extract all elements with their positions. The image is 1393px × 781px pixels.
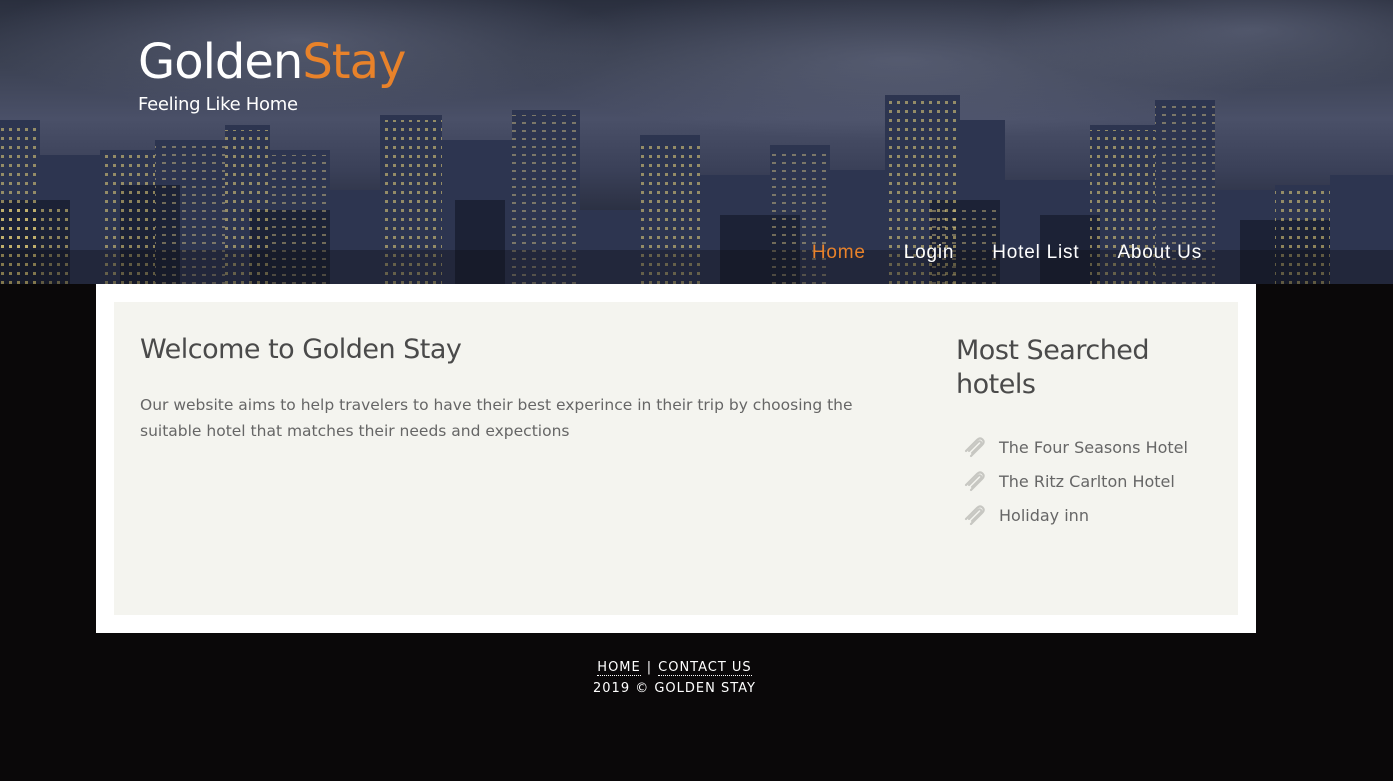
site-logo[interactable]: GoldenStay (138, 30, 406, 94)
hotel-link-four-seasons[interactable]: The Four Seasons Hotel (999, 438, 1188, 457)
paperclip-icon (964, 471, 985, 492)
logo-golden-text: Golden (138, 34, 303, 90)
logo-stay-text: Stay (302, 34, 406, 90)
footer-contact-link[interactable]: CONTACT US (658, 660, 752, 676)
intro-paragraph: Our website aims to help travelers to ha… (140, 396, 853, 440)
nav-item-about-us[interactable]: About Us (1117, 242, 1202, 264)
page-title: Welcome to Golden Stay (140, 334, 462, 365)
main-nav: Home Login Hotel List About Us (812, 242, 1202, 264)
list-item: Holiday inn (956, 498, 1216, 532)
footer: HOME | CONTACT US 2019 © GOLDEN STAY (0, 660, 1371, 696)
footer-links: HOME | CONTACT US (0, 660, 1371, 676)
footer-copyright: 2019 © GOLDEN STAY (593, 681, 756, 696)
hotel-link-ritz-carlton[interactable]: The Ritz Carlton Hotel (999, 472, 1175, 491)
content-wrapper: Welcome to Golden Stay Our website aims … (96, 284, 1256, 633)
paperclip-icon (964, 437, 985, 458)
list-item: The Four Seasons Hotel (956, 430, 1216, 464)
footer-home-link[interactable]: HOME (597, 660, 641, 676)
header-banner: GoldenStay Feeling Like Home Home Login … (0, 0, 1393, 284)
nav-item-login[interactable]: Login (904, 242, 955, 264)
nav-item-home[interactable]: Home (812, 242, 866, 264)
page: GoldenStay Feeling Like Home Home Login … (0, 0, 1393, 781)
hotel-list: The Four Seasons Hotel The Ritz Carlton … (956, 430, 1216, 532)
hotel-link-holiday-inn[interactable]: Holiday inn (999, 506, 1089, 525)
footer-separator: | (646, 660, 653, 675)
content-panel: Welcome to Golden Stay Our website aims … (114, 302, 1238, 615)
paperclip-icon (964, 505, 985, 526)
sidebar: Most Searched hotels The Four Seasons Ho… (956, 334, 1216, 532)
sidebar-title: Most Searched hotels (956, 335, 1150, 400)
list-item: The Ritz Carlton Hotel (956, 464, 1216, 498)
site-tagline: Feeling Like Home (138, 94, 298, 115)
nav-item-hotel-list[interactable]: Hotel List (992, 242, 1079, 264)
